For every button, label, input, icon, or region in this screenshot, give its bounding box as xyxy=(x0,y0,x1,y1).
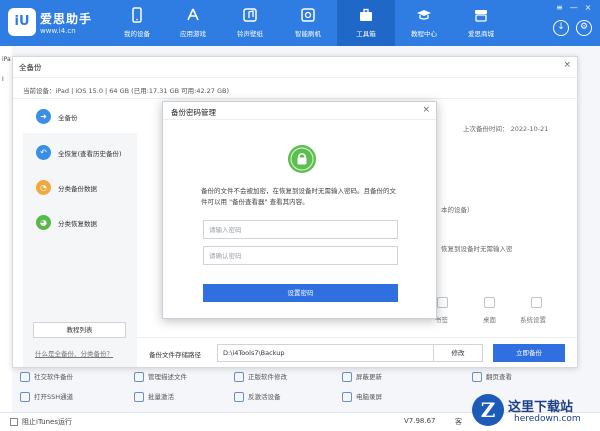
app-logo: iU xyxy=(8,8,36,36)
path-label: 备份文件存储路径 xyxy=(149,351,201,359)
system-settings-label: 系统设置 xyxy=(520,316,546,324)
nav-my-device[interactable]: 我的设备 xyxy=(108,0,166,46)
brand-url: www.i4.cn xyxy=(40,27,76,35)
tool-icon xyxy=(472,372,482,382)
background-tools-row: 社交软件备份 管理描述文件 正版软件修改 屏蔽更新 翻页查看 xyxy=(12,368,600,386)
sidebar-item-label: 分类备份数据 xyxy=(58,185,97,193)
password-input[interactable] xyxy=(203,220,398,239)
sidebar-item-label: 分类恢复数据 xyxy=(58,220,97,228)
phone-icon xyxy=(132,7,142,23)
watermark-text: 这里下载站 xyxy=(508,400,574,415)
system-settings-icon[interactable] xyxy=(531,297,542,308)
itunes-checkbox[interactable] xyxy=(10,418,18,426)
dialog-close-button[interactable]: × xyxy=(422,105,430,115)
tool-icon xyxy=(134,372,144,382)
path-input[interactable]: D:\i4Tools7\Backup xyxy=(217,344,435,362)
status-text: 客 xyxy=(455,418,462,426)
dialog-description: 备份的文件不会被加密，在恢复到设备时无需输入密码。且备份的文件可以用 "备份查看… xyxy=(201,187,396,206)
sidebar-item-label: 全恢复(查看历史备份) xyxy=(58,150,122,158)
nav-tutorials[interactable]: 教程中心 xyxy=(395,0,453,46)
tool-icon xyxy=(20,392,30,402)
lock-icon xyxy=(288,145,316,173)
bg-tool[interactable]: 反激活设备 xyxy=(234,391,281,402)
nav-shop[interactable]: 爱思商城 xyxy=(452,0,510,46)
background-device-panel: iPa I xyxy=(0,46,12,412)
bg-tool[interactable]: 打开SSH通道 xyxy=(20,391,73,402)
device-info: 当前设备：iPad | iOS 15.0 | 64 GB (已用:17.31 G… xyxy=(13,77,579,99)
category-backup-icon: ◔ xyxy=(36,180,51,195)
tutorial-list-button[interactable]: 教程列表 xyxy=(33,322,126,338)
help-link[interactable]: 什么是全备份、分类备份？ xyxy=(35,348,113,358)
last-backup-time: 上次备份时间： 2022-10-21 xyxy=(463,125,549,133)
nav-apps-games[interactable]: 应用游戏 xyxy=(164,0,222,46)
bg-tool[interactable]: 翻页查看 xyxy=(472,371,512,382)
desktop-label: 桌面 xyxy=(483,316,496,324)
sidebar-item-category-backup[interactable]: ◔ 分类备份数据 xyxy=(23,172,137,204)
nav-label: 应用游戏 xyxy=(180,30,206,38)
bg-tool[interactable]: 正版软件修改 xyxy=(234,371,287,382)
menu-button[interactable]: ≡ xyxy=(554,3,566,13)
partial-text: 恢复到设备时无需输入密 xyxy=(441,245,513,253)
music-icon xyxy=(243,8,257,22)
arrow-right-icon: ➜ xyxy=(36,109,51,124)
brand-title: 爱思助手 xyxy=(40,12,93,26)
close-button[interactable]: × xyxy=(582,3,594,13)
bg-tool[interactable]: 电脑录屏 xyxy=(342,391,382,402)
bg-tool[interactable]: 批量激活 xyxy=(134,391,174,402)
bg-tool[interactable]: 社交软件备份 xyxy=(20,371,73,382)
sidebar-item-full-restore[interactable]: ↶ 全恢复(查看历史备份) xyxy=(23,137,137,169)
backup-password-dialog: 备份密码管理 × 备份的文件不会被加密，在恢复到设备时无需输入密码。且备份的文件… xyxy=(162,101,437,319)
window-controls: ≡ — × xyxy=(554,3,594,13)
watermark: Z 这里下载站 heredown.com xyxy=(470,392,598,428)
backup-now-button[interactable]: 立即备份 xyxy=(493,344,565,362)
nav-ringtones[interactable]: 铃声壁纸 xyxy=(221,0,279,46)
tool-icon xyxy=(342,392,352,402)
window-close-button[interactable]: × xyxy=(563,60,571,70)
bg-text: I xyxy=(2,76,4,83)
nav-label: 我的设备 xyxy=(124,30,150,38)
backup-path-row: 备份文件存储路径 D:\i4Tools7\Backup 修改 立即备份 xyxy=(137,337,577,367)
watermark-url: heredown.com xyxy=(514,414,581,424)
bg-tool[interactable]: 管理描述文件 xyxy=(134,371,187,382)
sidebar-item-full-backup[interactable]: ➜ 全备份 xyxy=(23,101,137,133)
nav-label: 爱思商城 xyxy=(468,30,494,38)
tool-icon xyxy=(342,372,352,382)
bg-text: iPa xyxy=(2,56,11,63)
modify-path-button[interactable]: 修改 xyxy=(433,344,483,362)
partial-text: 本的设备） xyxy=(441,206,474,214)
watermark-logo: Z xyxy=(472,394,504,426)
nav-smart-flash[interactable]: 智能刷机 xyxy=(279,0,337,46)
nav-label: 智能刷机 xyxy=(295,30,321,38)
desktop-icon[interactable] xyxy=(484,297,495,308)
minimize-button[interactable]: — xyxy=(568,3,580,13)
tool-icon xyxy=(234,372,244,382)
category-restore-icon: ◕ xyxy=(36,215,51,230)
sidebar-item-category-restore[interactable]: ◕ 分类恢复数据 xyxy=(23,207,137,239)
graduation-cap-icon xyxy=(417,10,431,20)
download-button[interactable]: ↓ xyxy=(553,20,569,36)
tool-icon xyxy=(20,372,30,382)
nav-label: 工具箱 xyxy=(356,30,376,38)
nav-toolbox[interactable]: 工具箱 xyxy=(337,0,395,46)
flash-icon xyxy=(301,8,315,22)
tool-icon xyxy=(234,392,244,402)
dialog-title: 备份密码管理 xyxy=(171,108,216,117)
top-bar: iU 爱思助手 www.i4.cn 我的设备 应用游戏 铃声壁纸 智能刷机 工具… xyxy=(0,0,600,46)
set-password-button[interactable]: 设置密码 xyxy=(203,284,398,302)
confirm-password-input[interactable] xyxy=(203,246,398,265)
nav-label: 铃声壁纸 xyxy=(237,30,263,38)
app-store-icon xyxy=(187,8,199,21)
nav-label: 教程中心 xyxy=(411,30,437,38)
settings-button[interactable]: ⚙ xyxy=(576,20,592,36)
bg-tool[interactable]: 屏蔽更新 xyxy=(342,371,382,382)
tool-icon xyxy=(134,392,144,402)
window-title: 全备份 xyxy=(19,63,42,72)
itunes-label: 阻止iTunes运行 xyxy=(22,418,72,426)
toolbox-icon xyxy=(360,8,372,21)
arrow-left-icon: ↶ xyxy=(36,145,51,160)
bookmark-icon[interactable] xyxy=(437,297,448,308)
shop-icon xyxy=(475,10,487,22)
sidebar-item-label: 全备份 xyxy=(58,114,78,122)
version-label: V7.98.67 xyxy=(404,417,436,425)
